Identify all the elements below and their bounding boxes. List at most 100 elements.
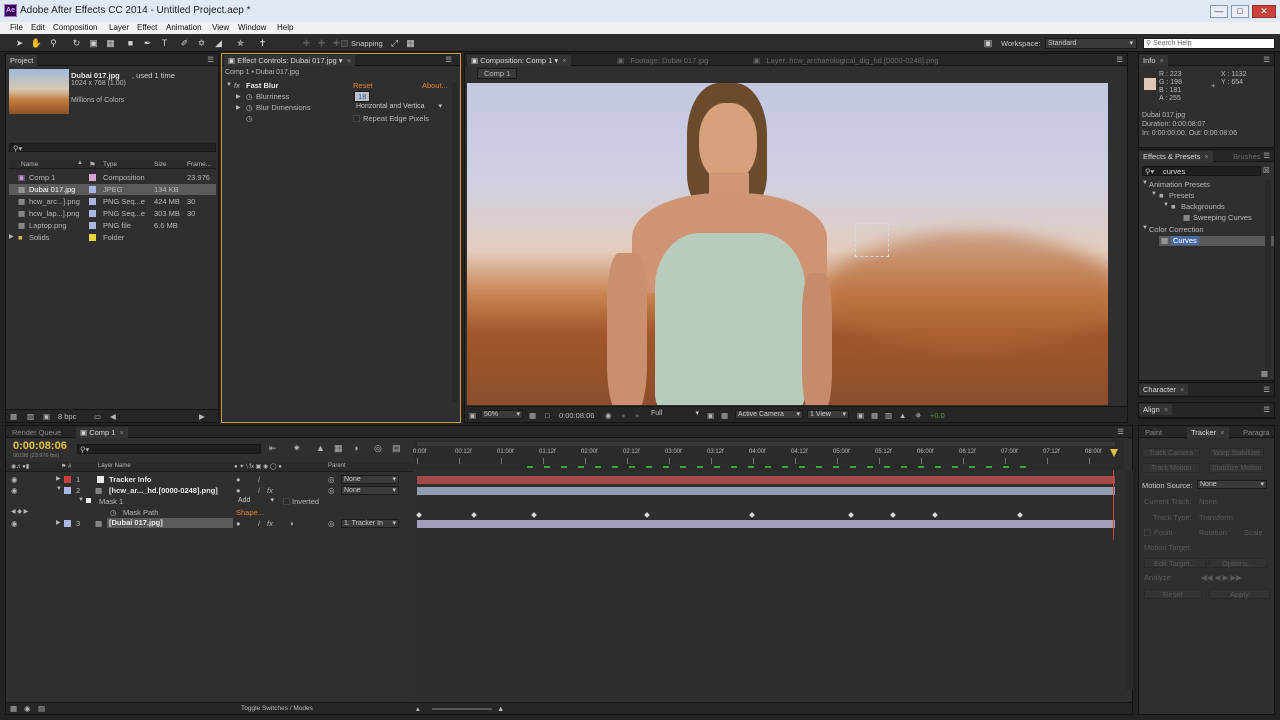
blur-dimensions-dropdown[interactable]: Horizontal and Vertica ▾ [354, 103, 444, 112]
project-row[interactable]: ▦ Dubai 017.jpg JPEG 134 KB [9, 184, 216, 195]
shy-switch-icon[interactable]: ● [236, 486, 241, 495]
tracker-reset-button[interactable]: Reset [1144, 589, 1202, 599]
project-row[interactable]: ▦ Laptop.png PNG file 6.6 MB [9, 220, 216, 231]
hide-shy-layers-icon[interactable]: ▲ [316, 443, 325, 453]
keyframe-icon[interactable] [471, 512, 477, 518]
keyframe-icon[interactable] [644, 512, 650, 518]
keyframe-icon[interactable] [932, 512, 938, 518]
expand-arrow-icon[interactable]: ▼ [1142, 225, 1148, 231]
region-of-interest-icon[interactable]: ▣ [707, 411, 714, 420]
hand-tool-icon[interactable]: ✋ [30, 37, 43, 49]
tree-curves[interactable]: Curves [1171, 236, 1199, 245]
close-button[interactable]: ✕ [1252, 5, 1276, 18]
tree-backgrounds[interactable]: Backgrounds [1181, 202, 1225, 211]
project-row[interactable]: ▶ ■ Solids Folder [9, 232, 216, 243]
expand-arrow-icon[interactable]: ▶ [56, 475, 61, 482]
project-bpc[interactable]: 8 bpc [58, 412, 76, 421]
panel-menu-icon[interactable]: ☰ [1263, 151, 1270, 160]
col-name[interactable]: Name [21, 161, 38, 168]
tree-color-correction[interactable]: Color Correction [1149, 225, 1204, 234]
tab-effects-presets[interactable]: Effects & Presets × [1139, 151, 1213, 162]
tab-render-queue[interactable]: Render Queue [8, 427, 65, 438]
parent-dropdown[interactable]: 1. Tracker In ▾ [341, 519, 399, 528]
channel-icon[interactable]: ● [635, 411, 640, 420]
quality-switch-icon[interactable]: / [258, 475, 260, 484]
search-help-input[interactable]: ⚲ Search Help [1143, 38, 1275, 49]
timeline-layer-row[interactable]: ◉ ▶ 3 ▦ [Dubai 017.jpg] ● / fx ◑ ◎ 1. Tr… [6, 518, 416, 529]
magnification-dropdown[interactable]: 50% ▾ [481, 410, 523, 419]
expand-arrow-icon[interactable]: ▶ [236, 93, 241, 100]
mask-path-value[interactable]: Shape... [236, 508, 264, 517]
stopwatch-icon[interactable]: ◷ [246, 103, 253, 112]
menu-composition[interactable]: Composition [53, 23, 97, 32]
pickwhip-icon[interactable]: ◎ [328, 486, 335, 495]
tab-layer[interactable]: ▣ Layer: hcw_archaeological_dig_hd.[0000… [749, 55, 943, 66]
visibility-eye-icon[interactable]: ◉ [11, 486, 18, 495]
stabilize-motion-button[interactable]: Stabilize Motion [1209, 463, 1265, 473]
timeline-layer-row[interactable]: ◉ ▶ 1 Tracker Info ● / ◎ None ▾ [6, 474, 416, 485]
parent-dropdown[interactable]: None ▾ [341, 475, 399, 484]
parent-dropdown[interactable]: None ▾ [341, 486, 399, 495]
shy-switch-icon[interactable]: ● [236, 475, 241, 484]
always-preview-icon[interactable]: ▣ [469, 411, 476, 420]
exposure-icon[interactable]: ✵ [915, 411, 921, 420]
zoom-in-icon[interactable]: ▲ [497, 704, 504, 713]
layer-name[interactable]: [Dubai 017.jpg] [107, 518, 233, 528]
col-size[interactable]: Size [154, 161, 167, 168]
tab-paragraph[interactable]: Paragra [1239, 427, 1274, 438]
show-snapshot-icon[interactable]: ● [621, 411, 626, 420]
layer-name[interactable]: Tracker Info [109, 475, 152, 484]
comp-subtab[interactable]: Comp 1 [477, 68, 518, 79]
pickwhip-icon[interactable]: ◎ [328, 475, 335, 484]
zoom-tool-icon[interactable]: ⚲ [47, 37, 60, 49]
keyframe-nav-icon[interactable]: ◀ ◆ ▶ [11, 508, 28, 515]
views-dropdown[interactable]: 1 View ▾ [807, 410, 849, 419]
mask-name[interactable]: Mask 1 [99, 497, 123, 506]
new-folder-icon[interactable]: ▧ [27, 412, 34, 421]
tab-footage[interactable]: ▣ Footage: Dubai 017.jpg [613, 55, 712, 66]
new-comp-icon[interactable]: ▣ [43, 412, 50, 421]
roto-brush-tool-icon[interactable]: ✯ [234, 37, 247, 49]
flowchart-icon[interactable]: ▲ [899, 411, 906, 420]
tab-align[interactable]: Align × [1139, 404, 1173, 415]
options-button[interactable]: Options... [1209, 558, 1268, 568]
workspace-dropdown[interactable]: Standard ▾ [1045, 38, 1137, 49]
expand-arrow-icon[interactable]: ▶ [236, 104, 241, 111]
pan-behind-tool-icon[interactable]: ▦ [104, 37, 117, 49]
keyframe-icon[interactable] [890, 512, 896, 518]
warp-stabilizer-button[interactable]: Warp Stabilizer [1209, 448, 1265, 458]
col-type[interactable]: Type [103, 161, 117, 168]
puppet-tool-icon[interactable]: ✝ [256, 37, 269, 49]
fx-switch-icon[interactable]: fx [267, 486, 273, 495]
timeline-layer-row[interactable]: ◉ ▼ 2 ▦ [hcw_ar..._hd.[0000-0248].png] ●… [6, 485, 416, 496]
tree-animation-presets[interactable]: Animation Presets [1149, 180, 1210, 189]
axis-world-icon[interactable]: ✚ [315, 37, 328, 49]
chevron-down-icon[interactable]: ▾ [554, 56, 558, 65]
resolution-dropdown[interactable]: Full ▾ [649, 410, 701, 419]
trash-icon[interactable]: ▭ [94, 412, 101, 421]
motion-source-dropdown[interactable]: None ▾ [1197, 480, 1267, 489]
close-icon[interactable]: × [1160, 56, 1164, 65]
safe-margins-icon[interactable]: ▦ [529, 411, 536, 420]
stopwatch-icon[interactable]: ◷ [246, 114, 253, 123]
tab-brushes[interactable]: Brushes [1229, 151, 1265, 162]
graph-editor-icon[interactable]: ▤ [392, 443, 401, 454]
menu-animation[interactable]: Animation [166, 23, 202, 32]
selection-tool-icon[interactable]: ➤ [13, 37, 26, 49]
motion-blur-icon[interactable]: ◑ [353, 443, 358, 453]
about-link[interactable]: About... [422, 81, 448, 90]
expand-arrow-icon[interactable]: ▼ [1163, 202, 1169, 208]
blurriness-value-field[interactable]: 18 [354, 91, 371, 102]
mask-mode-dropdown[interactable]: Add ▾ [236, 497, 276, 506]
position-checkbox[interactable] [1144, 529, 1151, 536]
track-camera-button[interactable]: Track Camera [1142, 448, 1201, 458]
col-layer-name[interactable]: Layer Name [98, 463, 131, 469]
layer-switches-icon[interactable]: ▦ [10, 704, 17, 713]
expand-arrow-icon[interactable]: ▼ [56, 486, 62, 492]
stopwatch-icon[interactable]: ◷ [246, 92, 253, 101]
pickwhip-icon[interactable]: ◎ [328, 519, 335, 528]
chevron-down-icon[interactable]: ▾ [339, 56, 343, 65]
snap-edges-icon[interactable]: ⤢ [388, 37, 401, 49]
time-ruler[interactable]: 0:00f 00:12f 01:00f 01:12f 02:00f 02:12f 03:00… [413, 440, 1124, 470]
tab-comp[interactable]: ▣ Comp 1 × [76, 427, 128, 438]
